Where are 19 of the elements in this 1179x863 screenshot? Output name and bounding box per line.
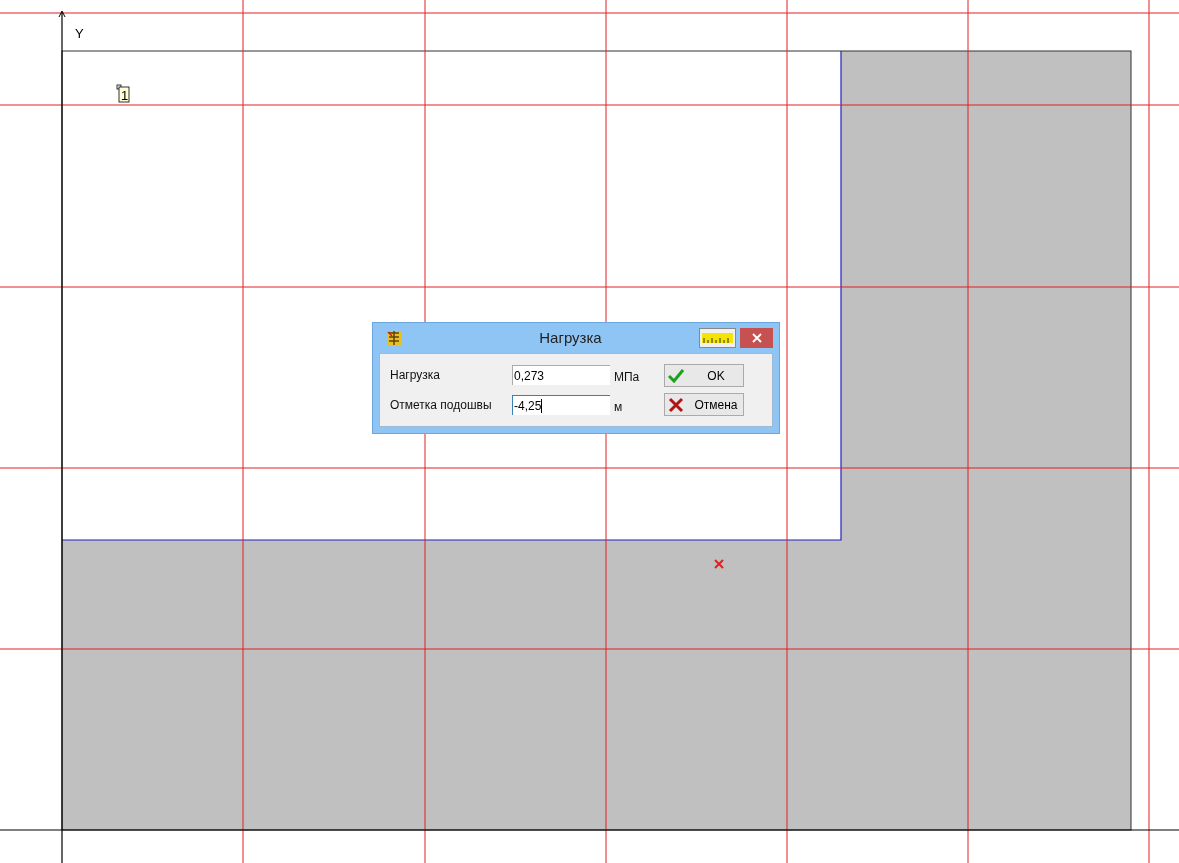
unit-label: м	[614, 399, 624, 416]
node-marker: 1	[116, 84, 130, 103]
close-icon	[668, 396, 684, 413]
ruler-button[interactable]	[699, 328, 736, 348]
checkmark-icon	[668, 368, 684, 383]
input-field[interactable]: 0,273	[512, 365, 610, 385]
axis-label: Y	[75, 26, 84, 41]
close-button[interactable]	[740, 328, 773, 348]
dialog-button[interactable]: Отмена	[664, 393, 744, 416]
unit-label: МПа	[614, 369, 641, 386]
field-label: Отметка подошвы	[389, 397, 493, 414]
input-field[interactable]: -4,25	[512, 395, 610, 415]
dialog-button[interactable]: OK	[664, 364, 744, 387]
app-icon	[386, 330, 402, 346]
dialog-title: Нагрузка	[538, 327, 603, 348]
ruler-icon	[702, 333, 733, 343]
close-icon	[751, 333, 762, 343]
field-label: Нагрузка	[389, 367, 441, 384]
cross-marker	[714, 559, 724, 569]
